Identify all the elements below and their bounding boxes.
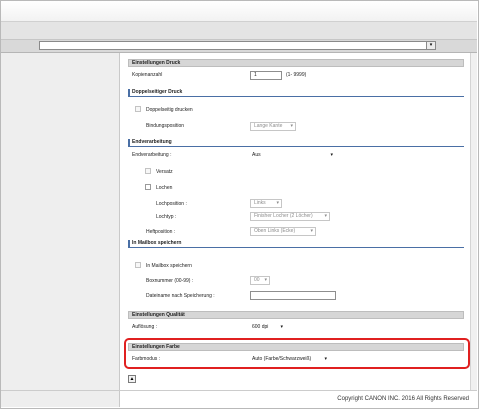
punch-position-label: Lochposition : <box>156 201 187 207</box>
punch-checkbox[interactable] <box>145 184 151 190</box>
copyright-text: Copyright CANON INC. 2016 All Rights Res… <box>337 396 469 402</box>
header-select[interactable]: ▾ <box>39 41 436 50</box>
sidebar <box>1 53 120 390</box>
footer-left-block <box>1 391 120 407</box>
top-bar <box>1 1 477 21</box>
staple-select[interactable]: Oben Links (Ecke) ▾ <box>250 227 316 236</box>
staple-value: Oben Links (Ecke) <box>254 228 296 234</box>
duplex-checkbox[interactable] <box>135 106 141 112</box>
section-finishing: Endverarbeitung <box>128 139 464 147</box>
copies-range: (1- 9999) <box>286 72 307 78</box>
chevron-down-icon: ▾ <box>290 123 293 129</box>
chevron-down-icon[interactable]: ▾ <box>426 42 435 49</box>
duplex-label: Doppelseitig drucken <box>146 107 193 113</box>
binding-label: Bindungsposition <box>146 123 185 129</box>
filename-input[interactable] <box>250 291 336 300</box>
chevron-down-icon: ▾ <box>264 277 267 283</box>
chevron-down-icon: ▾ <box>310 228 313 234</box>
resolution-select[interactable]: 600 dpi ▾ <box>250 323 286 332</box>
punch-position-value: Links <box>254 200 266 206</box>
finishing-value: Aus <box>252 152 261 158</box>
binding-value: Lange Kante <box>254 123 283 129</box>
box-number-value: 00 <box>254 277 260 283</box>
vertical-scrollbar[interactable] <box>470 53 477 390</box>
resolution-value: 600 dpi <box>252 324 269 330</box>
resolution-label: Auflösung : <box>132 324 158 330</box>
punch-type-select[interactable]: Finisher Locher (2 Löcher) ▾ <box>250 212 330 221</box>
section-duplex: Doppelseitiger Druck <box>128 89 464 97</box>
chevron-down-icon: ▾ <box>280 324 283 330</box>
finishing-label: Endverarbeitung : <box>132 152 172 158</box>
chevron-down-icon: ▾ <box>330 152 333 158</box>
staple-label: Heftposition : <box>146 229 176 235</box>
finishing-select[interactable]: Aus ▾ <box>250 151 336 160</box>
copies-label: Kopienanzahl <box>132 72 163 78</box>
mailbox-checkbox[interactable] <box>135 262 141 268</box>
punch-type-value: Finisher Locher (2 Löcher) <box>254 213 313 219</box>
footer: Copyright CANON INC. 2016 All Rights Res… <box>1 390 477 407</box>
highlight-box <box>124 338 470 369</box>
box-number-select[interactable]: 00 ▾ <box>250 276 270 285</box>
scroll-top-icon[interactable]: ▲ <box>128 375 136 383</box>
section-duplex-title: Doppelseitiger Druck <box>132 89 183 95</box>
filename-label: Dateiname nach Speicherung : <box>146 293 215 299</box>
punch-position-select[interactable]: Links ▾ <box>250 199 282 208</box>
chevron-down-icon: ▾ <box>276 200 279 206</box>
box-number-label: Boxnummer (00-99) : <box>146 278 194 284</box>
section-print-settings: Einstellungen Druck <box>128 59 464 67</box>
offset-label: Versatz <box>156 169 173 175</box>
punch-type-label: Lochtyp : <box>156 214 177 220</box>
chevron-down-icon: ▾ <box>324 213 327 219</box>
section-mailbox-title: In Mailbox speichern <box>132 240 182 246</box>
section-quality: Einstellungen Qualität <box>128 311 464 319</box>
mailbox-label: In Mailbox speichern <box>146 263 192 269</box>
toolbar-band <box>1 21 477 39</box>
section-mailbox: In Mailbox speichern <box>128 240 464 248</box>
copies-input[interactable]: 1 <box>250 71 282 80</box>
section-finishing-title: Endverarbeitung <box>132 139 172 145</box>
binding-select[interactable]: Lange Kante ▾ <box>250 122 296 131</box>
offset-checkbox[interactable] <box>145 168 151 174</box>
punch-label: Lochen <box>156 185 173 191</box>
